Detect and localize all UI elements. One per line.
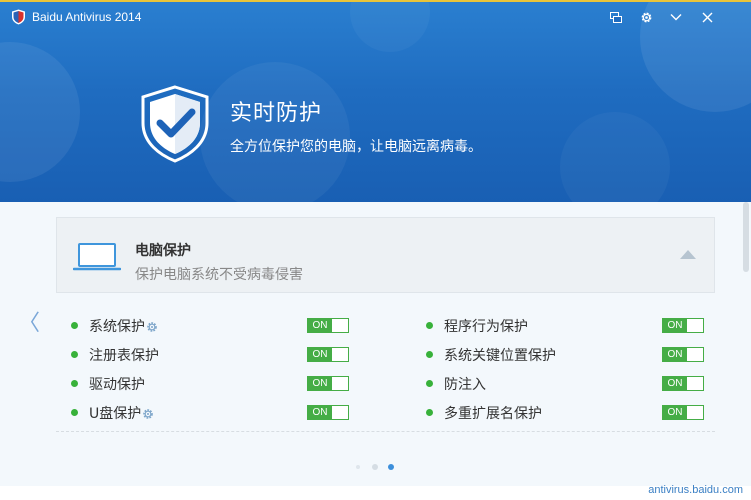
protection-label: 注册表保护 [89, 348, 159, 364]
protection-row-multi-extension: 多重扩展名保护 ON [426, 403, 704, 423]
protection-label: 防注入 [444, 377, 486, 393]
pager-dot-active[interactable] [388, 464, 394, 470]
settings-button[interactable] [636, 8, 656, 26]
card-title: 电脑保护 [135, 243, 191, 259]
protection-row-system: 系统保护 ON [71, 316, 349, 336]
triangle-up-icon[interactable] [680, 250, 696, 259]
protection-label: U盘保护 [89, 403, 154, 423]
decor-bubble [560, 112, 670, 202]
card-description: 保护电脑系统不受病毒侵害 [135, 267, 303, 283]
computer-protection-card[interactable]: 电脑保护 保护电脑系统不受病毒侵害 [56, 217, 715, 293]
status-dot [426, 409, 433, 416]
pager-dot[interactable] [372, 464, 378, 470]
footer: antivirus.baidu.com [0, 484, 751, 500]
status-dot [426, 322, 433, 329]
protection-row-registry: 注册表保护 ON [71, 345, 349, 365]
close-icon [702, 12, 712, 22]
baidu-antivirus-logo-icon [12, 9, 25, 25]
header-banner: Baidu Antivirus 2014 实时防护 全方位保护您的电脑，让电脑远… [0, 2, 751, 202]
chevron-down-icon [670, 14, 682, 21]
menu-button[interactable] [666, 8, 686, 26]
title-bar[interactable]: Baidu Antivirus 2014 [0, 2, 751, 32]
hero-subtitle: 全方位保护您的电脑，让电脑远离病毒。 [230, 139, 482, 155]
driver-protection-toggle[interactable]: ON [307, 376, 349, 391]
status-dot [426, 351, 433, 358]
hero-title: 实时防护 [230, 101, 323, 126]
skin-button[interactable] [606, 8, 626, 26]
protection-row-key-locations: 系统关键位置保护 ON [426, 345, 704, 365]
protection-label: 系统关键位置保护 [444, 348, 556, 364]
protection-row-driver: 驱动保护 ON [71, 374, 349, 394]
protection-label: 多重扩展名保护 [444, 406, 542, 422]
pager-dot[interactable] [356, 465, 360, 469]
status-dot [71, 409, 78, 416]
chevron-left-icon[interactable]: 〈 [18, 305, 40, 337]
protection-label: 驱动保护 [89, 377, 145, 393]
website-link[interactable]: antivirus.baidu.com [648, 484, 743, 496]
key-locations-protection-toggle[interactable]: ON [662, 347, 704, 362]
content-area: 电脑保护 保护电脑系统不受病毒侵害 〈 系统保护 ON 注册表保护 ON 驱动保… [0, 202, 751, 486]
protection-label: 程序行为保护 [444, 319, 528, 335]
protection-label: 系统保护 [89, 316, 158, 336]
system-protection-toggle[interactable]: ON [307, 318, 349, 333]
scrollbar-thumb[interactable] [743, 202, 749, 272]
anti-injection-toggle[interactable]: ON [662, 376, 704, 391]
gear-icon [641, 12, 651, 22]
section-divider [56, 431, 715, 432]
status-dot [71, 380, 78, 387]
decor-bubble [0, 42, 80, 182]
gear-icon[interactable] [146, 321, 158, 333]
gear-icon[interactable] [142, 408, 154, 420]
status-dot [71, 322, 78, 329]
shield-check-icon [141, 85, 209, 163]
laptop-icon [73, 243, 121, 271]
decor-bubble [200, 62, 350, 202]
status-dot [426, 380, 433, 387]
multi-extension-protection-toggle[interactable]: ON [662, 405, 704, 420]
status-dot [71, 351, 78, 358]
usb-protection-toggle[interactable]: ON [307, 405, 349, 420]
registry-protection-toggle[interactable]: ON [307, 347, 349, 362]
behavior-protection-toggle[interactable]: ON [662, 318, 704, 333]
close-button[interactable] [697, 8, 717, 26]
protection-row-behavior: 程序行为保护 ON [426, 316, 704, 336]
skin-icon [610, 11, 622, 23]
window-title: Baidu Antivirus 2014 [32, 10, 142, 24]
protection-row-usb: U盘保护 ON [71, 403, 349, 423]
protection-row-anti-injection: 防注入 ON [426, 374, 704, 394]
